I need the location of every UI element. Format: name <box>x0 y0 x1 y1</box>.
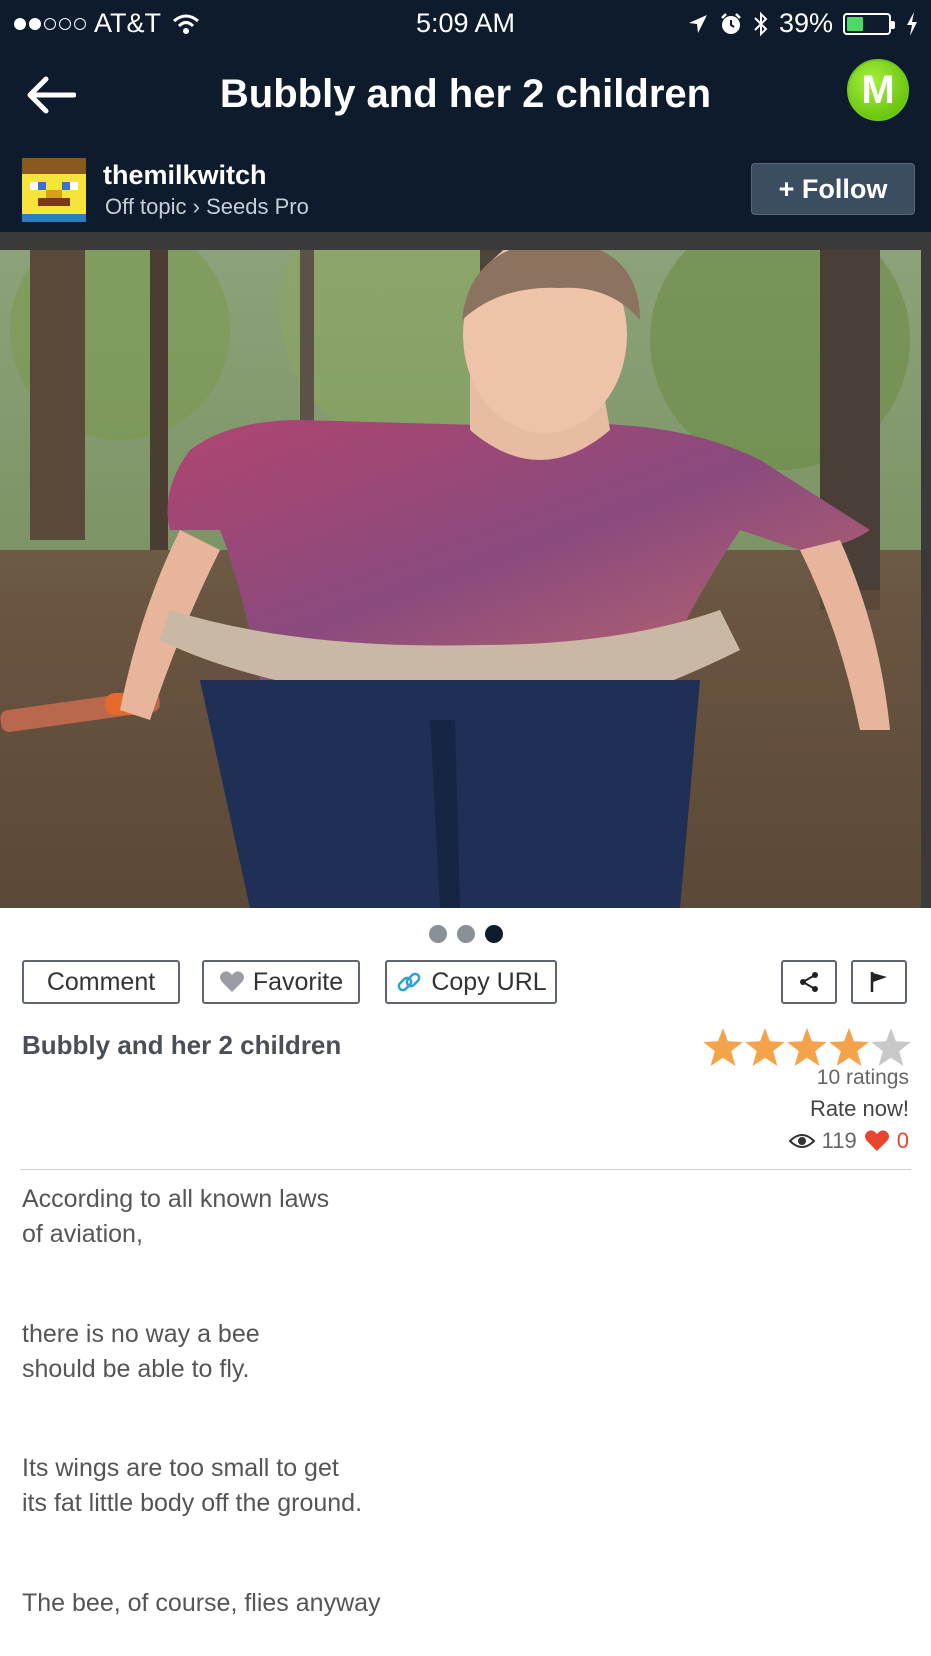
star-icon[interactable] <box>703 1028 743 1066</box>
comment-label: Comment <box>46 967 156 996</box>
back-arrow-icon <box>27 76 76 114</box>
gallery-pager[interactable] <box>0 925 931 943</box>
pager-dot[interactable] <box>456 925 475 943</box>
battery-icon <box>843 12 895 35</box>
star-icon[interactable] <box>745 1028 785 1066</box>
battery-percent: 39% <box>778 8 833 38</box>
post-photo <box>0 250 921 908</box>
copy-url-label: Copy URL <box>431 967 547 996</box>
nav-bar: Bubbly and her 2 children M <box>0 56 931 136</box>
like-heart-icon <box>864 1130 889 1151</box>
body-line: The bee, of course, flies anyway <box>22 1589 381 1617</box>
post-title: Bubbly and her 2 children <box>22 1030 342 1060</box>
status-right: 39% <box>687 8 919 39</box>
breadcrumb: Off topic › Seeds Pro <box>105 194 309 220</box>
bluetooth-icon <box>754 11 768 36</box>
ratings-count: 10 ratings <box>816 1066 909 1089</box>
author-name[interactable]: themilkwitch <box>103 160 267 191</box>
share-button[interactable] <box>781 960 837 1004</box>
eye-icon <box>788 1134 816 1148</box>
copy-url-button[interactable]: Copy URL <box>385 960 557 1004</box>
body-line: Its wings are too small to get its fat l… <box>22 1454 363 1517</box>
location-arrow-icon <box>688 14 707 33</box>
rate-now-link[interactable]: Rate now! <box>810 1096 909 1122</box>
star-icon[interactable] <box>829 1028 869 1066</box>
breadcrumb-category[interactable]: Off topic <box>105 194 187 219</box>
app-menu-badge[interactable]: M <box>847 59 909 121</box>
page-title: Bubbly and her 2 children <box>219 72 712 116</box>
rating-stars[interactable] <box>703 1028 911 1066</box>
top-bar: AT&T 5:09 AM 39% Bubbly and her 2 childr… <box>0 0 931 236</box>
follow-button[interactable]: + Follow <box>751 163 915 215</box>
author-row: themilkwitch Off topic › Seeds Pro + Fol… <box>0 150 931 230</box>
status-bar: AT&T 5:09 AM 39% <box>0 0 931 48</box>
body-paragraph-1: According to all known laws of aviation, <box>22 1182 329 1252</box>
star-icon[interactable] <box>871 1028 911 1066</box>
photo-gallery[interactable] <box>0 232 931 908</box>
pager-dot[interactable] <box>428 925 447 943</box>
like-count: 0 <box>896 1128 909 1153</box>
report-button[interactable] <box>851 960 907 1004</box>
battery-fill <box>847 16 863 31</box>
favorite-label: Favorite <box>252 967 344 996</box>
divider <box>20 1169 911 1170</box>
star-icon[interactable] <box>787 1028 827 1066</box>
post-stats: 119 0 <box>788 1128 909 1154</box>
share-icon <box>800 972 818 992</box>
body-paragraph-2: there is no way a bee should be able to … <box>22 1317 260 1387</box>
heart-icon <box>219 971 244 992</box>
back-button[interactable] <box>20 70 80 120</box>
body-paragraph-4: The bee, of course, flies anyway <box>22 1586 381 1621</box>
favorite-button[interactable]: Favorite <box>202 960 360 1004</box>
view-count: 119 <box>821 1128 857 1153</box>
body-line: According to all known laws of aviation, <box>22 1185 330 1248</box>
avatar[interactable] <box>22 158 86 222</box>
breadcrumb-subcategory[interactable]: Seeds Pro <box>206 194 309 219</box>
pager-dot[interactable] <box>484 925 503 943</box>
body-line: there is no way a bee should be able to … <box>22 1320 260 1383</box>
flag-icon <box>870 972 887 992</box>
link-icon <box>397 972 421 992</box>
breadcrumb-separator: › <box>192 194 200 219</box>
body-paragraph-3: Its wings are too small to get its fat l… <box>22 1451 362 1521</box>
comment-button[interactable]: Comment <box>22 960 180 1004</box>
charging-bolt-icon <box>907 11 917 36</box>
alarm-clock-icon <box>721 12 741 34</box>
